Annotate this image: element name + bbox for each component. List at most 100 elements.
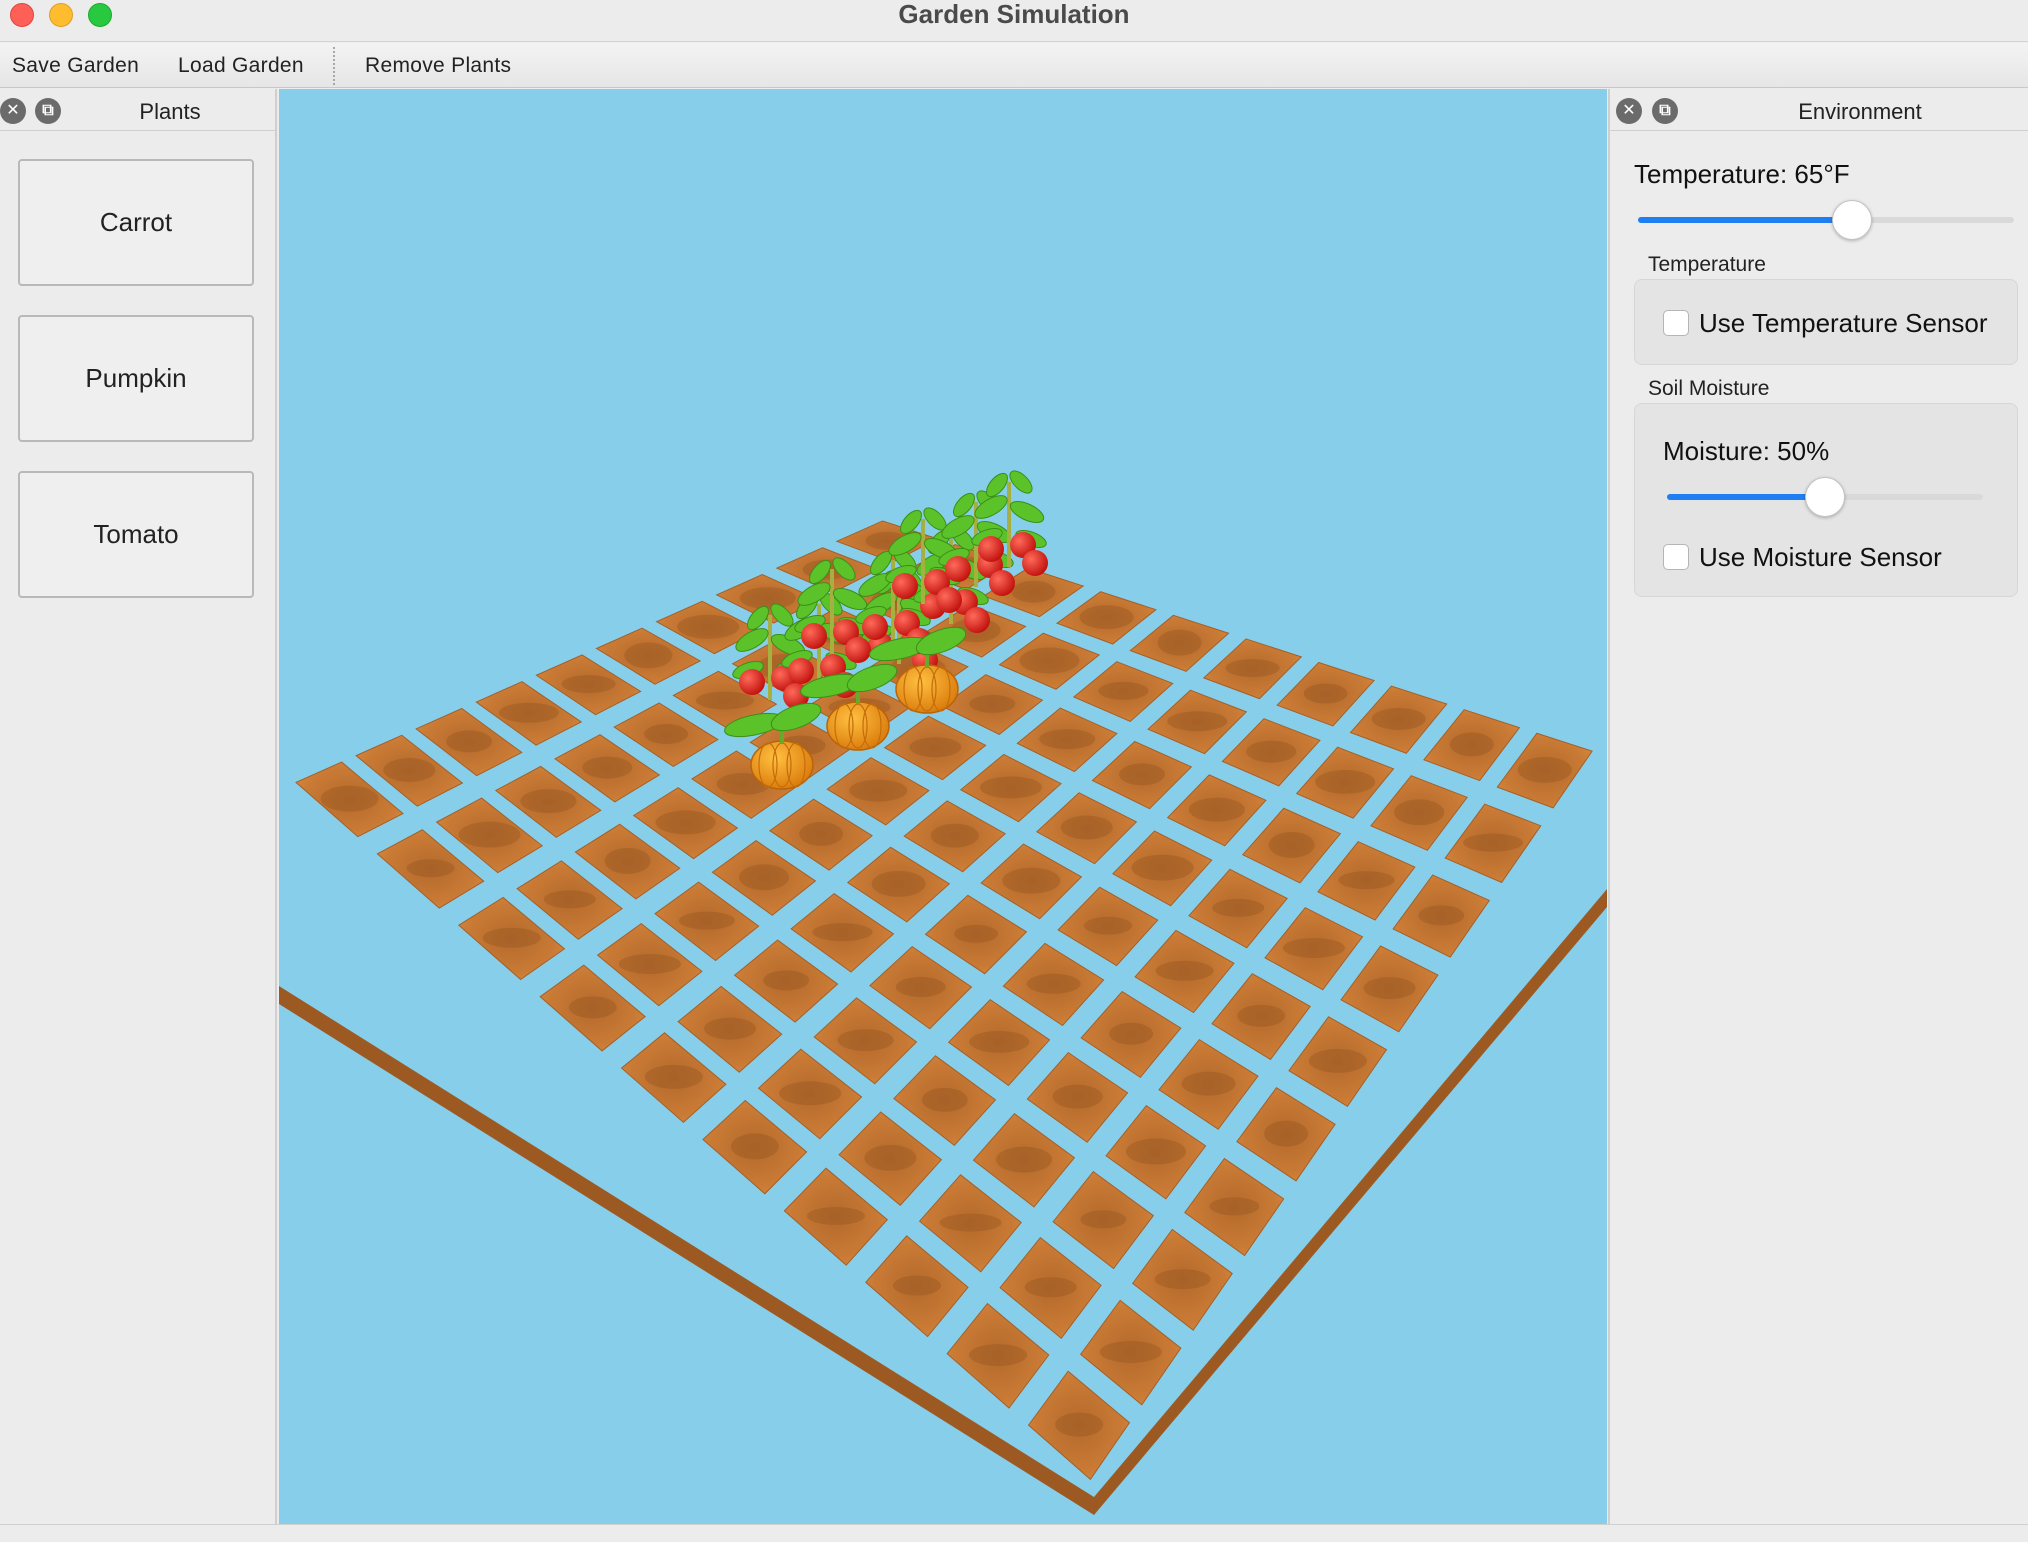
soil-texture — [954, 924, 999, 943]
plants-dock-title: Plants — [139, 99, 201, 124]
soil-texture — [849, 779, 908, 802]
soil-texture — [498, 702, 559, 723]
garden-3d-viewport[interactable] — [279, 89, 1607, 1524]
soil-texture — [871, 870, 926, 897]
soil-texture — [1338, 871, 1395, 890]
temperature-slider[interactable] — [1638, 200, 2014, 240]
soil-texture — [1155, 960, 1214, 981]
soil-texture — [779, 1081, 842, 1106]
soil-texture — [1371, 707, 1426, 730]
soil-texture — [1517, 756, 1572, 783]
soil-texture — [1246, 740, 1297, 763]
window-title: Garden Simulation — [898, 0, 1130, 29]
use-moisture-sensor-checkbox[interactable] — [1663, 544, 1689, 570]
soil-texture — [893, 1275, 942, 1296]
soil-texture — [1181, 1071, 1236, 1096]
soil-texture — [520, 789, 577, 814]
soil-texture — [618, 953, 681, 974]
soil-texture — [644, 1064, 703, 1089]
soil-moisture-group-title: Soil Moisture — [1648, 377, 1770, 400]
soil-texture — [837, 1029, 894, 1052]
soil-texture — [1084, 916, 1133, 935]
moisture-slider-thumb[interactable] — [1805, 477, 1845, 517]
soil-texture — [1079, 605, 1134, 630]
moisture-slider-fill — [1667, 494, 1825, 500]
dock-close-icon[interactable]: ✕ — [0, 98, 26, 124]
soil-texture — [939, 1213, 1002, 1232]
load-garden-button[interactable]: Load Garden — [178, 43, 304, 88]
soil-texture — [704, 1017, 757, 1040]
dock-float-icon[interactable]: ⧉ — [1652, 98, 1678, 124]
soil-texture — [1060, 815, 1113, 840]
soil-texture — [1098, 681, 1149, 700]
plant-button-carrot[interactable]: Carrot — [18, 159, 254, 286]
soil-texture — [320, 785, 379, 812]
soil-texture — [1303, 683, 1348, 704]
soil-texture — [1154, 1269, 1211, 1290]
soil-texture — [1131, 854, 1194, 881]
soil-texture — [1188, 797, 1245, 822]
soil-texture — [1449, 732, 1494, 757]
soil-texture — [1363, 977, 1416, 1000]
soil-texture — [406, 859, 455, 878]
soil-texture — [980, 776, 1043, 799]
soil-texture — [1011, 580, 1056, 603]
soil-texture — [1225, 659, 1280, 678]
soil-texture — [812, 923, 873, 942]
soil-texture — [969, 1344, 1028, 1367]
soil-texture — [383, 758, 436, 783]
soil-texture — [1212, 898, 1265, 917]
save-garden-button[interactable]: Save Garden — [12, 43, 139, 88]
use-moisture-sensor-label[interactable]: Use Moisture Sensor — [1699, 542, 1942, 573]
plant-button-pumpkin[interactable]: Pumpkin — [18, 315, 254, 442]
remove-plants-button[interactable]: Remove Plants — [365, 43, 511, 88]
plant-button-tomato[interactable]: Tomato — [18, 471, 254, 598]
soil-texture — [561, 675, 616, 694]
garden-scene[interactable] — [279, 89, 1607, 1524]
plants-dock-header: ✕ ⧉ Plants — [0, 89, 275, 131]
soil-texture — [1052, 1084, 1103, 1109]
soil-texture — [604, 847, 651, 874]
soil-texture — [677, 614, 740, 639]
moisture-label: Moisture: 50% — [1663, 436, 1830, 466]
soil-texture — [1099, 1340, 1162, 1363]
soil-grid — [295, 520, 1593, 1481]
soil-texture — [482, 927, 541, 948]
soil-texture — [739, 864, 790, 891]
environment-dock-header: ✕ ⧉ Environment — [1610, 89, 2028, 131]
soil-texture — [1463, 833, 1524, 852]
soil-texture — [582, 756, 633, 779]
temperature-slider-fill — [1638, 217, 1852, 223]
soil-texture — [655, 810, 716, 835]
dock-float-icon[interactable]: ⧉ — [35, 98, 61, 124]
use-temperature-sensor-label[interactable]: Use Temperature Sensor — [1699, 308, 1988, 339]
soil-texture — [909, 737, 962, 758]
temperature-group: Use Temperature Sensor — [1634, 279, 2018, 365]
temperature-slider-thumb[interactable] — [1832, 200, 1872, 240]
soil-texture — [969, 1030, 1030, 1053]
environment-dock: ✕ ⧉ Environment Temperature: 65°F Temper… — [1608, 89, 2028, 1524]
soil-texture — [1024, 1277, 1077, 1298]
soil-texture — [921, 1087, 968, 1112]
soil-texture — [1019, 647, 1080, 674]
soil-texture — [446, 730, 493, 753]
soil-texture — [1268, 831, 1315, 858]
soil-texture — [1119, 763, 1166, 786]
moisture-slider[interactable] — [1667, 477, 1983, 517]
soil-texture — [1308, 1048, 1367, 1073]
soil-texture — [1264, 1120, 1309, 1147]
dock-close-icon[interactable]: ✕ — [1616, 98, 1642, 124]
soil-texture — [996, 1146, 1053, 1173]
soil-texture — [543, 890, 596, 909]
temperature-group-title: Temperature — [1648, 253, 1766, 276]
soil-texture — [763, 970, 810, 991]
soil-texture — [1237, 1004, 1286, 1027]
soil-texture — [739, 587, 796, 610]
use-temperature-sensor-checkbox[interactable] — [1663, 310, 1689, 336]
soil-moisture-group: Moisture: 50% Use Moisture Sensor — [1634, 403, 2018, 597]
plants-dock: ✕ ⧉ Plants Carrot Pumpkin Tomato — [0, 89, 277, 1524]
title-bar: Garden Simulation — [0, 0, 2028, 42]
soil-texture — [969, 694, 1016, 713]
temperature-label: Temperature: 65°F — [1634, 159, 1850, 189]
soil-texture — [1125, 1138, 1186, 1165]
